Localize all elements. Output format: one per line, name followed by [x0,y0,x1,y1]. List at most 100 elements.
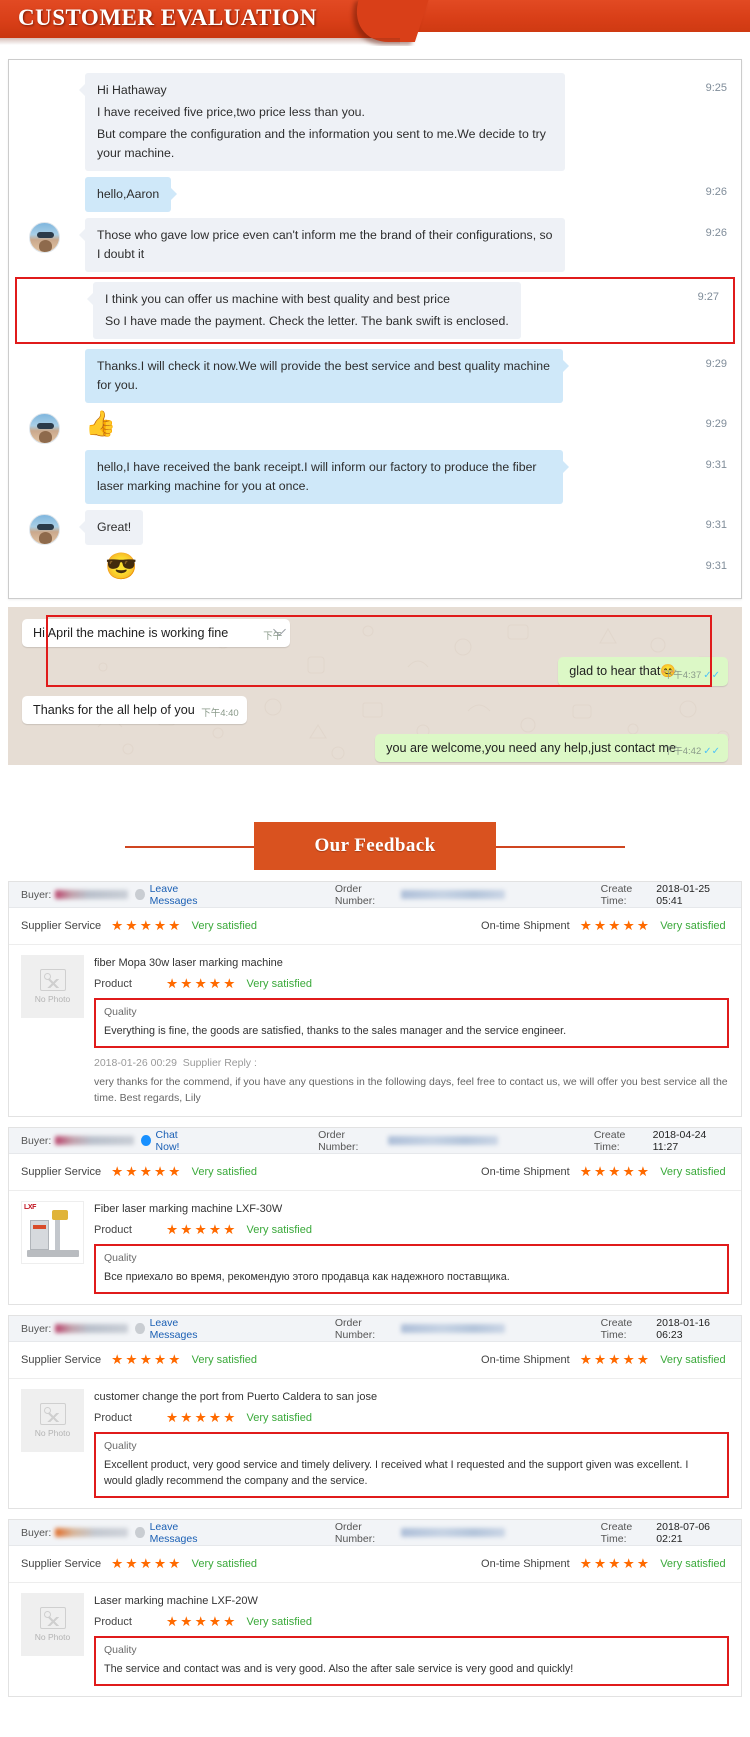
supplier-service-rating-text: Very satisfied [191,1354,258,1366]
whatsapp-bubble: Hi April the machine is working fine 下午 [22,619,291,647]
card-details: Fiber laser marking machine LXF-30W Prod… [94,1201,729,1294]
machine-base-decor [27,1250,79,1257]
chat-bubble: hello,I have received the bank receipt.I… [85,450,569,504]
product-rating-text: Very satisfied [246,1412,312,1424]
chat-message-text: hello,Aaron [97,187,160,201]
star-rating-icon: ★★★★★ [579,1352,652,1367]
star-rating-icon: ★★★★★ [166,976,238,991]
feedback-card: Buyer: Chat Now! Order Number: Create Ti… [8,1127,742,1305]
page-root: CUSTOMER EVALUATION Hi Hathaway I have re… [0,0,750,1737]
on-time-shipment-rating: On-time Shipment ★★★★★ Very satisfied [481,1352,726,1368]
buyer-info: Buyer: Leave Messages [21,1521,217,1545]
on-time-shipment-rating: On-time Shipment ★★★★★ Very satisfied [481,1556,726,1572]
whatsapp-timestamp: 下午4:40 [201,708,239,719]
quality-comment-box: Quality Everything is fine, the goods ar… [94,998,729,1048]
quality-comment-text: Everything is fine, the goods are satisf… [104,1025,567,1037]
on-time-shipment-label: On-time Shipment [481,920,570,932]
chat-panel: Hi Hathaway I have received five price,tw… [8,59,742,599]
contact-icon[interactable] [135,1323,145,1334]
machine-head-decor [52,1210,68,1220]
on-time-shipment-rating-text: Very satisfied [660,1166,726,1178]
create-time-label: Create Time: [593,1128,626,1153]
contact-icon[interactable] [140,1135,151,1146]
create-time-value: 2018-01-16 06:23 [656,1316,711,1341]
contact-action-link[interactable]: Leave Messages [150,883,217,907]
whatsapp-message-text: Hi April the machine is working fine [33,626,229,640]
chat-message-text: Those who gave low price even can't info… [97,228,553,261]
card-ratings-row: Supplier Service ★★★★★ Very satisfied On… [9,1154,741,1191]
chat-bubble: Great! [78,510,144,545]
chat-timestamp: 9:27 [697,291,719,303]
contact-action-link[interactable]: Leave Messages [150,1521,217,1545]
quality-label: Quality [104,1252,137,1264]
whatsapp-message-text: glad to hear that😊 [569,664,676,678]
chat-bubble: I think you can offer us machine with be… [87,282,521,339]
order-number-label: Order Number: [334,1520,376,1545]
on-time-shipment-label: On-time Shipment [481,1354,570,1366]
order-number-redacted [388,1136,498,1145]
image-placeholder-icon [39,1403,66,1425]
contact-action-link[interactable]: Leave Messages [150,1317,217,1341]
whatsapp-bubble: Thanks for the all help of you 下午4:40 [22,696,247,724]
quality-comment-box: Quality Все приехало во время, рекоменду… [94,1244,729,1294]
whatsapp-messages: Hi April the machine is working fine 下午 gl… [8,607,742,762]
chat-message-row: Hi Hathaway I have received five price,tw… [9,70,741,174]
contact-icon[interactable] [135,1527,145,1538]
no-photo-label: No Photo [34,1428,71,1438]
no-photo-label: No Photo [34,994,71,1004]
card-body: No Photo Laser marking machine LXF-20W P… [9,1583,741,1696]
supplier-reply: 2018-01-26 00:29 Supplier Reply : very t… [94,1057,729,1106]
whatsapp-message-row: glad to hear that😊 下午4:37 ✓✓ [22,657,728,686]
page-title: CUSTOMER EVALUATION [18,5,317,30]
card-ratings-row: Supplier Service ★★★★★ Very satisfied On… [9,1546,741,1583]
chat-message-row: I think you can offer us machine with be… [15,277,735,344]
supplier-service-rating: Supplier Service ★★★★★ Very satisfied [21,918,257,934]
whatsapp-timestamp: 下午4:42 ✓✓ [663,746,720,757]
card-ratings-row: Supplier Service ★★★★★ Very satisfied On… [9,1342,741,1379]
product-label: Product [94,1412,132,1424]
chat-bubble: hello,Aaron [85,177,178,212]
supplier-service-rating: Supplier Service ★★★★★ Very satisfied [21,1164,257,1180]
product-thumbnail-placeholder: No Photo [21,1389,84,1452]
product-label: Product [94,978,132,990]
product-rating-text: Very satisfied [246,1224,312,1236]
quality-comment-text: The service and contact was and is very … [104,1663,574,1675]
card-body: No Photo customer change the port from P… [9,1379,741,1508]
order-info: Order Number: [318,1129,498,1153]
chat-message-row: 😎 9:31 [9,548,741,584]
quality-label: Quality [104,1644,137,1656]
product-label: Product [94,1616,132,1628]
buyer-label: Buyer: [21,1322,52,1335]
contact-action-link[interactable]: Chat Now! [156,1129,201,1153]
star-rating-icon: ★★★★★ [111,918,183,933]
feedback-section-header: Our Feedback [0,811,750,881]
order-number-redacted [401,890,505,899]
supplier-service-label: Supplier Service [21,1558,102,1570]
supplier-service-rating: Supplier Service ★★★★★ Very satisfied [21,1556,257,1572]
image-placeholder-icon [39,1607,66,1629]
card-header: Buyer: Leave Messages Order Number: Crea… [9,1520,741,1546]
on-time-shipment-rating-text: Very satisfied [660,1558,726,1570]
buyer-name-redacted [55,890,129,899]
product-thumbnail-placeholder: No Photo [21,1593,84,1656]
reply-label: Supplier Reply : [182,1057,257,1069]
whatsapp-panel: Hi April the machine is working fine 下午 gl… [8,607,742,765]
reply-text: very thanks for the commend, if you have… [94,1076,728,1104]
card-header: Buyer: Chat Now! Order Number: Create Ti… [9,1128,741,1154]
on-time-shipment-label: On-time Shipment [481,1558,570,1570]
chat-message-row: hello,Aaron 9:26 [9,174,741,215]
create-time-info: Create Time: 2018-01-25 05:41 [601,883,729,907]
card-ratings-row: Supplier Service ★★★★★ Very satisfied On… [9,908,741,945]
chat-timestamp: 9:29 [705,418,727,430]
avatar-image [28,222,60,253]
feedback-title: Our Feedback [254,822,496,870]
read-receipt-icon: ✓✓ [703,670,720,681]
no-photo-label: No Photo [34,1632,71,1642]
create-time-label: Create Time: [600,1316,633,1341]
create-time-value: 2018-07-06 02:21 [656,1520,711,1545]
product-title: Fiber laser marking machine LXF-30W [94,1203,283,1215]
contact-icon[interactable] [135,889,145,900]
star-rating-icon: ★★★★★ [579,1556,652,1571]
order-number-label: Order Number: [318,1128,359,1153]
buyer-label: Buyer: [21,888,52,901]
